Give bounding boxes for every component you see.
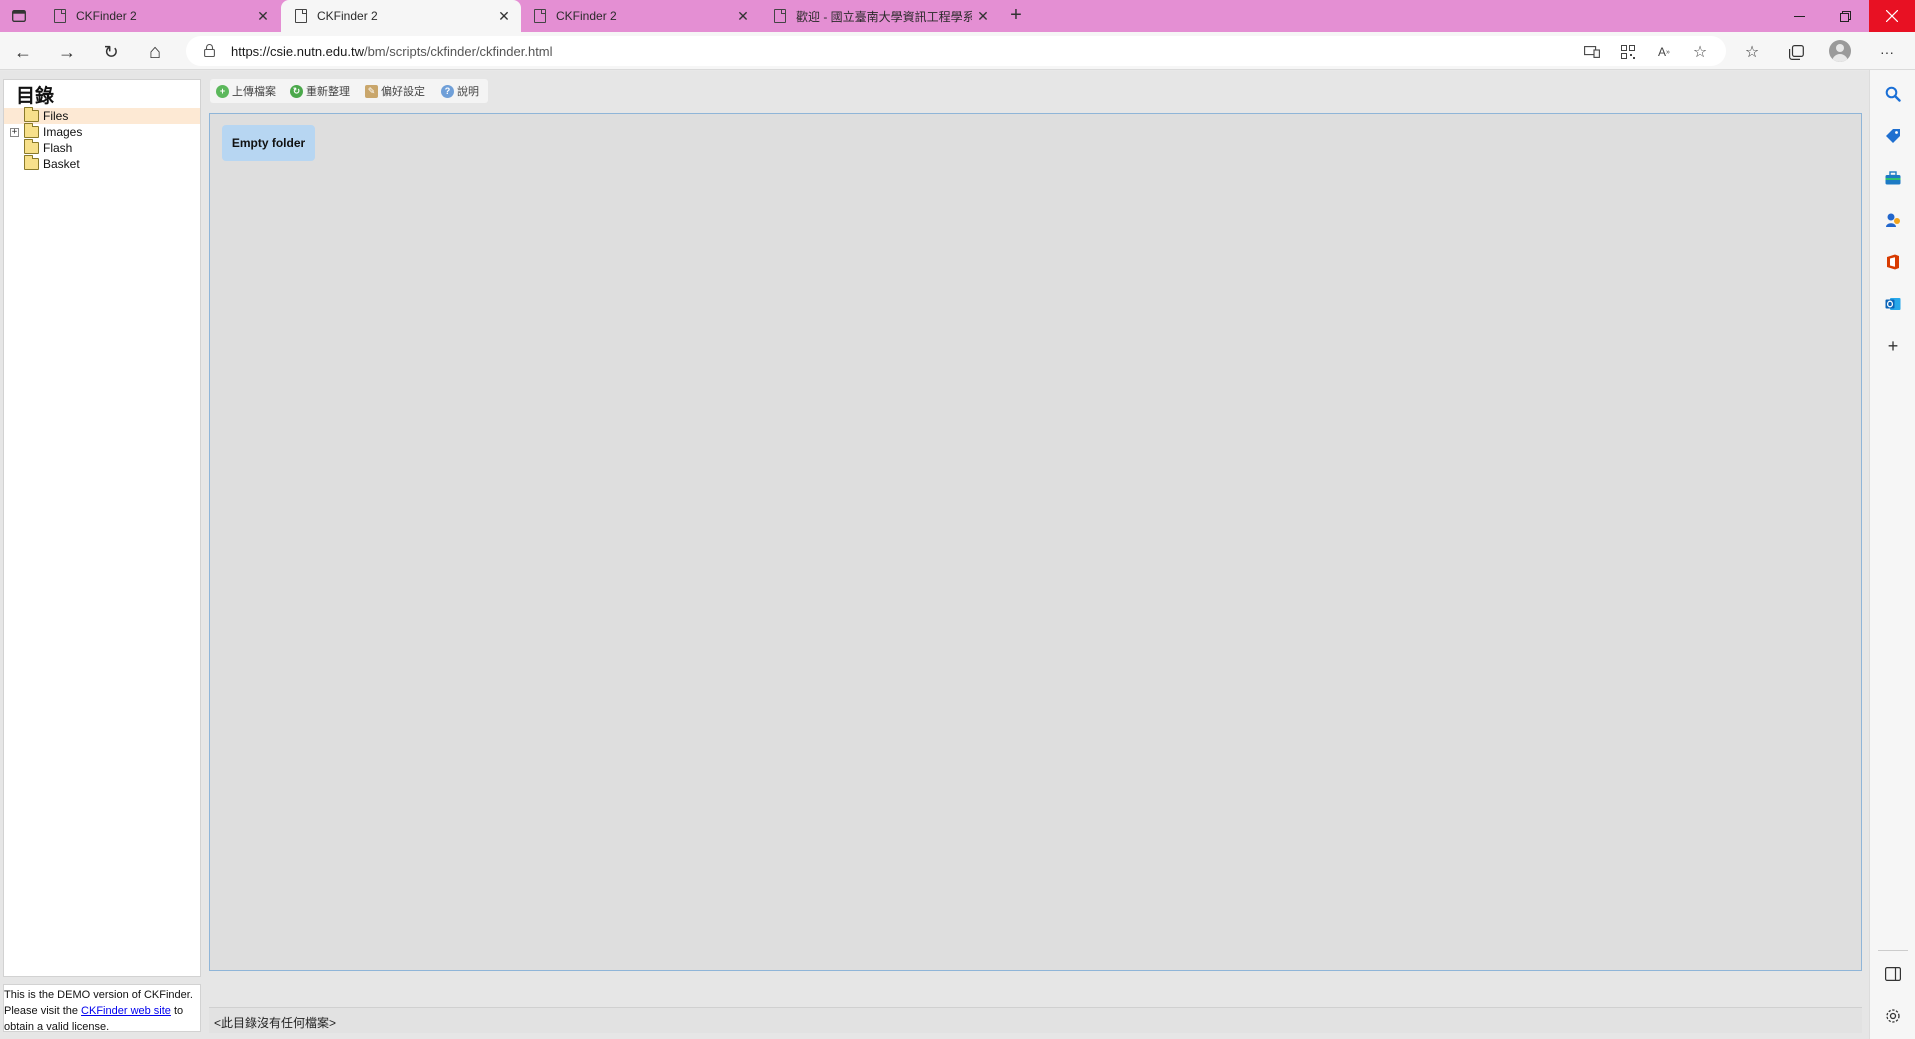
folder-item-files[interactable]: Files	[4, 107, 200, 124]
empty-folder-message: Empty folder	[222, 125, 315, 161]
back-button[interactable]: ←	[9, 38, 37, 66]
folder-icon	[24, 123, 39, 138]
tab-close-icon[interactable]: ✕	[732, 8, 754, 25]
sidebar-divider	[1878, 950, 1908, 951]
folder-icon	[24, 139, 39, 154]
lock-icon[interactable]	[204, 44, 215, 57]
panel-icon[interactable]	[1883, 964, 1903, 984]
ckfinder-website-link[interactable]: CKFinder web site	[81, 1005, 171, 1017]
upload-button[interactable]: + 上傳檔案	[216, 83, 276, 99]
add-icon[interactable]: +	[1883, 336, 1903, 356]
folder-icon	[24, 155, 39, 170]
settings-label: 偏好設定	[381, 86, 425, 98]
address-bar[interactable]: https://csie.nutn.edu.tw/bm/scripts/ckfi…	[186, 36, 1726, 66]
refresh-icon: ↻	[290, 84, 303, 98]
url-host: https://csie.nutn.edu.tw	[231, 44, 364, 59]
folder-item-basket[interactable]: Basket	[4, 155, 200, 172]
tab-strip: CKFinder 2 ✕ CKFinder 2 ✕ CKFinder 2 ✕ 歡…	[0, 0, 1915, 32]
help-label: 說明	[457, 86, 479, 98]
forward-button[interactable]: →	[53, 38, 81, 66]
refresh-label: 重新整理	[306, 86, 350, 98]
tab-title: CKFinder 2	[317, 9, 378, 23]
folder-label: Flash	[43, 141, 73, 155]
refresh-button[interactable]: ↻ 重新整理	[290, 83, 350, 99]
favorites-icon[interactable]: ☆	[1738, 38, 1766, 66]
search-icon[interactable]	[1883, 84, 1903, 104]
folder-label: Basket	[43, 157, 80, 171]
url-text[interactable]: https://csie.nutn.edu.tw/bm/scripts/ckfi…	[231, 44, 553, 59]
folder-item-images[interactable]: + Images	[4, 123, 200, 140]
folder-icon	[24, 107, 39, 122]
reload-button[interactable]: ↻	[97, 38, 125, 66]
browser-tab[interactable]: CKFinder 2 ✕	[40, 0, 280, 32]
url-path: /bm/scripts/ckfinder/ckfinder.html	[363, 44, 553, 59]
tab-title: CKFinder 2	[76, 9, 137, 23]
ckfinder-toolbar: + 上傳檔案 ↻ 重新整理 ✎ 偏好設定 ? 說明	[210, 79, 488, 103]
edge-sidebar: +	[1869, 70, 1915, 1039]
tab-actions-icon[interactable]	[8, 6, 30, 26]
page-icon	[774, 9, 786, 23]
tab-title: 歡迎 - 國立臺南大學資訊工程學系	[796, 9, 972, 24]
page-icon	[295, 9, 307, 23]
help-icon: ?	[441, 84, 454, 98]
navigation-bar: ← → ↻ ⌂ https://csie.nutn.edu.tw/bm/scri…	[0, 32, 1915, 70]
upload-label: 上傳檔案	[232, 86, 276, 98]
toolbox-icon[interactable]	[1883, 168, 1903, 188]
tab-close-icon[interactable]: ✕	[493, 8, 515, 25]
settings-icon[interactable]	[1883, 1006, 1903, 1026]
more-options-button[interactable]: ···	[1873, 38, 1901, 66]
tab-close-icon[interactable]: ✕	[252, 8, 274, 25]
games-icon[interactable]	[1883, 210, 1903, 230]
tab-close-icon[interactable]: ✕	[972, 8, 994, 25]
folder-label: Files	[43, 109, 69, 123]
home-button[interactable]: ⌂	[141, 38, 169, 66]
page-icon	[534, 9, 546, 23]
tab-title: CKFinder 2	[556, 9, 617, 23]
profile-avatar[interactable]	[1829, 40, 1851, 62]
close-window-button[interactable]	[1869, 0, 1915, 32]
qr-code-icon[interactable]	[1618, 42, 1638, 62]
folder-item-flash[interactable]: Flash	[4, 139, 200, 156]
read-aloud-icon[interactable]: A»	[1654, 42, 1674, 62]
settings-button[interactable]: ✎ 偏好設定	[365, 83, 425, 99]
files-pane[interactable]: Empty folder	[209, 113, 1862, 971]
browser-tab[interactable]: CKFinder 2 ✕	[520, 0, 760, 32]
app-available-icon[interactable]	[1582, 42, 1602, 62]
minimize-button[interactable]	[1776, 0, 1822, 32]
folders-panel: 目錄 Files + Images Flash Basket	[3, 79, 201, 977]
folder-label: Images	[43, 125, 83, 139]
status-bar: <此目錄沒有任何檔案>	[209, 1007, 1862, 1033]
office-icon[interactable]	[1883, 252, 1903, 272]
expand-icon[interactable]: +	[10, 128, 19, 137]
demo-notice: This is the DEMO version of CKFinder. Pl…	[3, 984, 201, 1033]
browser-tab-active[interactable]: CKFinder 2 ✕	[281, 0, 521, 32]
page-icon	[54, 9, 66, 23]
browser-tab[interactable]: 歡迎 - 國立臺南大學資訊工程學系 ✕	[760, 0, 1000, 32]
shopping-tag-icon[interactable]	[1883, 126, 1903, 146]
wrench-icon: ✎	[365, 84, 378, 98]
collections-icon[interactable]	[1782, 38, 1810, 66]
folders-heading: 目錄	[16, 85, 55, 107]
help-button[interactable]: ? 說明	[441, 83, 479, 99]
ckfinder-app: 目錄 Files + Images Flash Basket This is t…	[0, 71, 1869, 1039]
new-tab-button[interactable]: +	[1004, 4, 1028, 28]
upload-icon: +	[216, 84, 229, 98]
add-favorite-icon[interactable]: ☆	[1690, 42, 1710, 62]
restore-button[interactable]	[1822, 0, 1868, 32]
outlook-icon[interactable]	[1883, 294, 1903, 314]
